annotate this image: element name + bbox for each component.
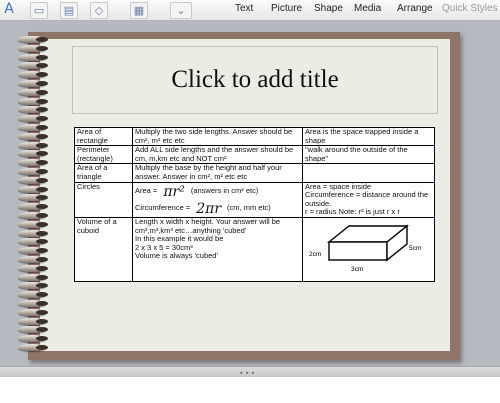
area-units: (answers in cm² etc)	[190, 186, 259, 196]
menu-arrange[interactable]: Arrange	[397, 3, 433, 14]
cuboid-width-label: 3cm	[351, 266, 363, 273]
spiral-ring	[18, 88, 48, 96]
spiral-ring	[18, 71, 48, 79]
spiral-ring	[18, 62, 48, 70]
spiral-ring	[18, 44, 48, 52]
formula-table[interactable]: Area of rectangle Multiply the two side …	[74, 126, 435, 282]
spiral-ring	[18, 291, 48, 299]
table-row: Circles Area = πr² (answers in cm² etc) …	[74, 181, 435, 218]
table-cell[interactable]	[302, 163, 435, 183]
spiral-ring	[18, 115, 48, 123]
spiral-ring	[18, 141, 48, 149]
table-cell[interactable]: Volume of a cuboid	[74, 216, 133, 282]
table-row: Volume of a cuboid Length x width x heig…	[74, 216, 435, 282]
spiral-ring	[18, 124, 48, 131]
area-label: Area =	[135, 186, 158, 196]
spiral-ring	[18, 273, 48, 281]
layout-icon[interactable]: ▤	[60, 2, 78, 19]
table-cell[interactable]: Multiply the base by the height and half…	[132, 163, 303, 183]
cuboid-diagram: 2cm 5cm 3cm	[309, 224, 421, 273]
spiral-ring	[18, 194, 48, 202]
spiral-ring	[18, 308, 48, 316]
table-cell[interactable]: "walk around the outside of the shape"	[302, 145, 435, 165]
spiral-ring	[18, 106, 48, 114]
spiral-ring	[18, 168, 48, 175]
toolbar-icons: A ▭ ▤ ◇ ▦ ⌄	[0, 0, 220, 20]
table-row: Area of a triangle Multiply the base by …	[74, 163, 435, 183]
table-cell[interactable]: Length x width x height. Your answer wil…	[132, 216, 303, 282]
chart-icon[interactable]: ▦	[130, 2, 148, 19]
area-formula-expr: πr²	[163, 183, 185, 200]
area-formula: Area = πr² (answers in cm² etc)	[135, 185, 300, 199]
spiral-ring	[18, 80, 48, 87]
circumference-formula: Circumference = 2πr (cm, mm etc)	[135, 202, 300, 216]
spiral-ring	[18, 97, 48, 105]
menu-quick-styles[interactable]: Quick Styles	[442, 3, 498, 14]
menu-shape[interactable]: Shape	[314, 3, 343, 14]
spiral-ring	[18, 317, 48, 325]
spiral-ring	[18, 132, 48, 140]
circ-formula-expr: 2πr	[196, 200, 222, 217]
spiral-ring	[18, 185, 48, 193]
text-box-icon[interactable]: A	[2, 2, 16, 17]
table-cell[interactable]: Area = space inside Circumference = dist…	[302, 181, 435, 218]
spiral-ring	[18, 150, 48, 158]
table-cell[interactable]: Area is the space trapped inside a shape	[302, 126, 435, 147]
circ-label: Circumference =	[135, 203, 191, 213]
spiral-ring	[18, 229, 48, 237]
spiral-ring	[18, 282, 48, 290]
table-cell[interactable]: Area of rectangle	[74, 126, 133, 147]
spiral-ring	[18, 256, 48, 263]
spiral-binding	[18, 36, 68, 354]
cuboid-diagram-cell[interactable]: 2cm 5cm 3cm	[302, 216, 435, 282]
insert-icon[interactable]: ▭	[30, 2, 48, 19]
spiral-ring	[18, 344, 48, 351]
table-row: Perimeter (rectangle) Add ALL side lengt…	[74, 145, 435, 165]
spiral-ring	[18, 326, 48, 334]
cuboid-front	[328, 241, 388, 261]
dropdown-icon[interactable]: ⌄	[170, 2, 192, 19]
table-cell[interactable]: Multiply the two side lengths. Answer sh…	[132, 126, 303, 147]
menu-text[interactable]: Text	[235, 3, 253, 14]
title-placeholder[interactable]: Click to add title	[72, 46, 438, 114]
table-cell[interactable]: Circles	[74, 181, 133, 218]
title-text: Click to add title	[171, 66, 339, 93]
ribbon-toolbar: A ▭ ▤ ◇ ▦ ⌄ Text Picture Shape Media Arr…	[0, 0, 500, 21]
spiral-ring	[18, 264, 48, 272]
cuboid-depth-label: 5cm	[409, 245, 421, 252]
spiral-ring	[18, 159, 48, 167]
spiral-ring	[18, 36, 48, 43]
table-cell[interactable]: Add ALL side lengths and the answer shou…	[132, 145, 303, 165]
spiral-ring	[18, 238, 48, 246]
table-cell[interactable]: Perimeter (rectangle)	[74, 145, 133, 165]
table-row: Area of rectangle Multiply the two side …	[74, 126, 435, 147]
spiral-ring	[18, 220, 48, 228]
spiral-ring	[18, 212, 48, 219]
circ-units: (cm, mm etc)	[227, 203, 271, 213]
spiral-ring	[18, 203, 48, 211]
spiral-ring	[18, 300, 48, 307]
menu-media[interactable]: Media	[354, 3, 381, 14]
spiral-ring	[18, 247, 48, 255]
spiral-ring	[18, 176, 48, 184]
cuboid-height-label: 2cm	[309, 251, 321, 258]
table-cell[interactable]: Area = πr² (answers in cm² etc) Circumfe…	[132, 181, 303, 218]
notes-pane[interactable]	[0, 377, 500, 403]
shape-icon[interactable]: ◇	[90, 2, 108, 19]
spiral-ring	[18, 335, 48, 343]
table-cell[interactable]: Area of a triangle	[74, 163, 133, 183]
spiral-ring	[18, 53, 48, 61]
menu-picture[interactable]: Picture	[271, 3, 302, 14]
